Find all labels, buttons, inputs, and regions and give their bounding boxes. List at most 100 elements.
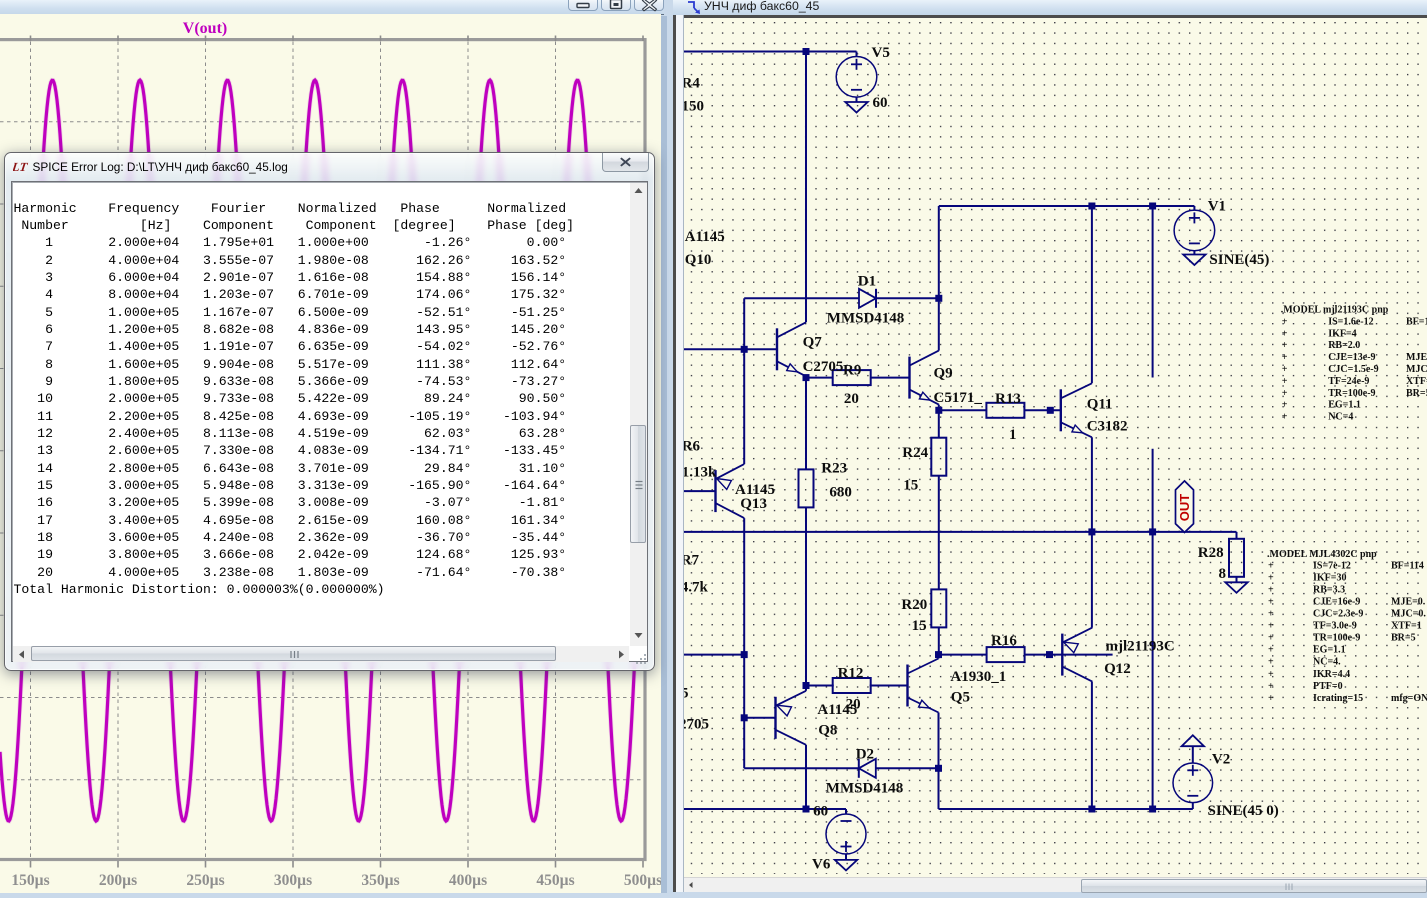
svg-text:XTF=1: XTF=1: [1391, 621, 1422, 632]
svg-text:+: +: [1268, 560, 1274, 571]
svg-text:.MODEL mjl21193C pnp: .MODEL mjl21193C pnp: [1281, 304, 1389, 315]
svg-text:C5171_: C5171_: [934, 390, 983, 406]
svg-text:Q8: Q8: [818, 723, 837, 739]
svg-text:A1145: A1145: [685, 229, 725, 245]
svg-text:+: +: [1282, 340, 1288, 351]
svg-text:D1: D1: [858, 273, 876, 289]
svg-text:+: +: [1282, 316, 1288, 327]
svg-text:.MODEL MJL4302C pnp: .MODEL MJL4302C pnp: [1267, 549, 1377, 560]
svg-text:300µs: 300µs: [274, 872, 312, 889]
svg-text:Q11: Q11: [1087, 397, 1113, 413]
svg-text:Q12: Q12: [1104, 661, 1131, 677]
svg-text:RB=3.3: RB=3.3: [1313, 584, 1345, 595]
svg-text:A1145: A1145: [817, 702, 857, 718]
svg-text:MJE=0.: MJE=0.: [1391, 596, 1426, 607]
svg-text:C3182: C3182: [1087, 419, 1128, 435]
svg-text:IS=1.6e-12: IS=1.6e-12: [1328, 316, 1373, 327]
svg-text:15: 15: [903, 478, 918, 494]
svg-text:500µs: 500µs: [624, 872, 661, 889]
svg-text:+: +: [1282, 328, 1288, 339]
svg-text:RB=2.0: RB=2.0: [1328, 340, 1360, 351]
svg-text:150µs: 150µs: [11, 872, 49, 889]
svg-text:R6: R6: [684, 439, 701, 455]
svg-text:V5: V5: [872, 45, 890, 61]
svg-text:A1930_1: A1930_1: [950, 669, 1006, 685]
svg-text:EG=1.1: EG=1.1: [1313, 645, 1346, 656]
svg-text:2705: 2705: [684, 717, 709, 733]
svg-text:XTF=10: XTF=10: [1406, 376, 1427, 387]
svg-text:250µs: 250µs: [186, 872, 224, 889]
svg-text:V(out): V(out): [183, 20, 227, 37]
svg-text:60: 60: [813, 804, 828, 820]
svg-text:150: 150: [684, 99, 704, 115]
svg-text:MJC=0.: MJC=0.: [1391, 609, 1426, 620]
svg-text:R13: R13: [995, 391, 1021, 407]
svg-text:BF=114: BF=114: [1406, 316, 1427, 327]
svg-text:TF=3.0e-9: TF=3.0e-9: [1313, 621, 1357, 632]
svg-text:NC=4: NC=4: [1328, 412, 1353, 423]
svg-text:Q10: Q10: [685, 252, 712, 268]
svg-text:60: 60: [873, 95, 888, 111]
svg-text:8: 8: [1219, 566, 1227, 582]
svg-text:Icrating=15: Icrating=15: [1313, 693, 1363, 704]
svg-text:R9: R9: [843, 362, 861, 378]
svg-text:IKF=4: IKF=4: [1328, 328, 1356, 339]
svg-text:BR=5: BR=5: [1406, 388, 1427, 399]
svg-text:BF=114: BF=114: [1391, 560, 1424, 571]
svg-text:+: +: [1268, 609, 1274, 620]
svg-text:BR=5: BR=5: [1391, 633, 1416, 644]
svg-text:OUT: OUT: [1177, 494, 1192, 522]
svg-text:+: +: [1268, 693, 1274, 704]
svg-text:+: +: [1268, 633, 1274, 644]
svg-text:V6: V6: [812, 857, 831, 873]
svg-text:R24: R24: [902, 445, 928, 461]
svg-text:MMSD4148: MMSD4148: [827, 310, 905, 326]
svg-text:+: +: [1282, 376, 1288, 387]
svg-text:R7: R7: [684, 553, 700, 569]
svg-text:mfg=ON: mfg=ON: [1391, 693, 1427, 704]
svg-text:+: +: [1268, 645, 1274, 656]
svg-text:R20: R20: [901, 597, 927, 613]
svg-text:400µs: 400µs: [449, 872, 487, 889]
svg-text:V2: V2: [1212, 752, 1230, 768]
svg-text:15: 15: [912, 618, 927, 634]
svg-text:Q13: Q13: [740, 496, 767, 512]
svg-text:+: +: [1282, 388, 1288, 399]
svg-text:+: +: [1268, 681, 1274, 692]
svg-text:CJE=16e-9: CJE=16e-9: [1313, 596, 1360, 607]
svg-text:Q7: Q7: [803, 335, 823, 351]
svg-text:PTF=0: PTF=0: [1313, 681, 1343, 692]
svg-text:350µs: 350µs: [361, 872, 399, 889]
svg-text:+: +: [1282, 400, 1288, 411]
svg-text:CJC=2.3e-9: CJC=2.3e-9: [1313, 609, 1363, 620]
svg-text:Q5: Q5: [951, 690, 970, 706]
svg-text:+: +: [1282, 352, 1288, 363]
svg-text:IKR=4.4: IKR=4.4: [1313, 669, 1350, 680]
svg-text:4.7k: 4.7k: [684, 580, 708, 596]
svg-text:680: 680: [829, 484, 852, 500]
svg-text:+: +: [1282, 412, 1288, 423]
svg-text:SINE(45 0): SINE(45 0): [1208, 803, 1279, 819]
svg-text:+: +: [1268, 596, 1274, 607]
svg-text:+: +: [1268, 621, 1274, 632]
svg-text:NC=4.: NC=4.: [1313, 657, 1341, 668]
svg-text:+: +: [1268, 657, 1274, 668]
svg-text:mjl21193C: mjl21193C: [1106, 638, 1175, 654]
svg-text:R23: R23: [821, 460, 847, 476]
svg-text:Q9: Q9: [934, 366, 953, 382]
svg-text:R4: R4: [684, 75, 700, 91]
svg-text:R28: R28: [1198, 545, 1224, 561]
svg-text:+: +: [1268, 572, 1274, 583]
svg-text:5: 5: [684, 686, 689, 702]
svg-text:+: +: [1268, 584, 1274, 595]
svg-text:LT: LT: [13, 161, 29, 174]
svg-text:TR=100e-9: TR=100e-9: [1328, 388, 1375, 399]
svg-text:CJE=13e-9: CJE=13e-9: [1328, 352, 1375, 363]
svg-text:200µs: 200µs: [99, 872, 137, 889]
svg-text:MJE=0.6: MJE=0.6: [1406, 352, 1427, 363]
svg-text:MJC=0.4: MJC=0.4: [1406, 364, 1427, 375]
svg-text:1.13k: 1.13k: [684, 465, 717, 481]
svg-text:IKF=30: IKF=30: [1313, 572, 1346, 583]
svg-text:SINE(45): SINE(45): [1209, 252, 1269, 268]
svg-text:MMSD4148: MMSD4148: [826, 780, 904, 796]
